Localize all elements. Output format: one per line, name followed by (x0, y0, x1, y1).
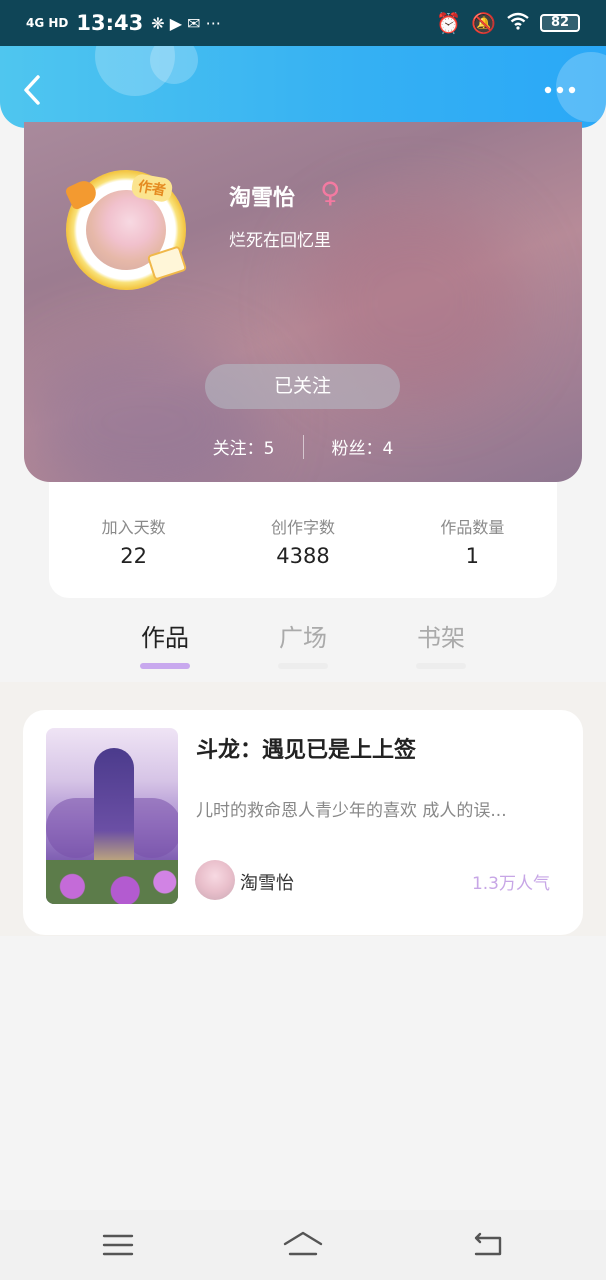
tab-indicator (416, 663, 466, 669)
info-card: 加入天数 22 创作字数 4388 作品数量 1 (49, 482, 557, 598)
avatar[interactable]: 作者 (64, 170, 188, 290)
network-indicator: 4G HD (26, 15, 69, 30)
info-label: 创作字数 (270, 518, 335, 537)
status-time: 13:43 (76, 11, 144, 35)
info-value: 4388 (276, 544, 330, 568)
menu-button[interactable] (98, 1230, 138, 1260)
info-join-days: 加入天数 22 (49, 482, 218, 598)
work-card[interactable]: 斗龙：遇见已是上上签 儿时的救命恩人青少年的喜欢 成人的误... 淘雪怡 1.3… (23, 710, 583, 935)
tab-works[interactable]: 作品 (125, 618, 205, 669)
author-avatar[interactable] (195, 860, 235, 900)
tab-bar: 作品 广场 书架 (0, 600, 606, 682)
tab-bookshelf[interactable]: 书架 (401, 618, 481, 669)
more-dots-icon (544, 86, 576, 94)
profile-name: 淘雪怡 (229, 186, 296, 211)
author-name: 淘雪怡 (240, 873, 294, 894)
work-title[interactable]: 斗龙：遇见已是上上签 (196, 732, 416, 764)
profile-signature: 烂死在回忆里 (229, 231, 331, 251)
tab-label: 书架 (417, 624, 465, 652)
stats-divider (302, 434, 304, 459)
follow-button[interactable]: 已关注 (205, 364, 400, 409)
tab-indicator (278, 663, 328, 669)
info-work-count: 作品数量 1 (388, 482, 557, 598)
home-button[interactable] (283, 1230, 323, 1260)
tab-label: 作品 (141, 624, 189, 652)
back-button[interactable] (20, 74, 48, 105)
system-nav-bar (0, 1210, 606, 1280)
info-value: 22 (120, 544, 148, 568)
info-value: 1 (465, 544, 479, 568)
popularity-count: 1.3万人气 (471, 874, 550, 894)
back-nav-button[interactable] (468, 1230, 508, 1260)
alarm-icon: ⏰ (436, 11, 462, 35)
battery-icon: 82 (540, 14, 580, 32)
tab-label: 广场 (279, 624, 327, 652)
header-bar (0, 46, 606, 128)
book-cover[interactable] (46, 728, 178, 904)
followers-count[interactable]: 粉丝：4 (332, 434, 394, 459)
more-button[interactable] (544, 76, 576, 96)
follow-stats: 关注：5 粉丝：4 (24, 434, 582, 459)
works-list: 斗龙：遇见已是上上签 儿时的救命恩人青少年的喜欢 成人的误... 淘雪怡 1.3… (0, 682, 606, 936)
info-label: 加入天数 (101, 518, 166, 537)
info-label: 作品数量 (440, 518, 505, 537)
chevron-left-icon (24, 75, 40, 105)
app-notification-icon: ❋ ▶ ✉ ··· (151, 13, 221, 33)
info-word-count: 创作字数 4388 (218, 482, 387, 598)
tab-indicator (140, 663, 190, 669)
wifi-icon (506, 11, 530, 35)
profile-card: 作者 淘雪怡 ♀ 烂死在回忆里 已关注 关注：5 粉丝：4 (24, 122, 582, 482)
female-icon: ♀ (320, 176, 341, 209)
tab-square[interactable]: 广场 (263, 618, 343, 669)
work-description: 儿时的救命恩人青少年的喜欢 成人的误... (196, 801, 507, 821)
status-bar: 4G HD 13:43 ❋ ▶ ✉ ··· ⏰ 🔕 82 (0, 0, 606, 46)
following-count[interactable]: 关注：5 (213, 434, 275, 459)
back-nav-icon (474, 1232, 502, 1256)
mute-icon: 🔕 (471, 11, 496, 35)
menu-icon (102, 1234, 134, 1256)
home-icon (283, 1231, 323, 1256)
